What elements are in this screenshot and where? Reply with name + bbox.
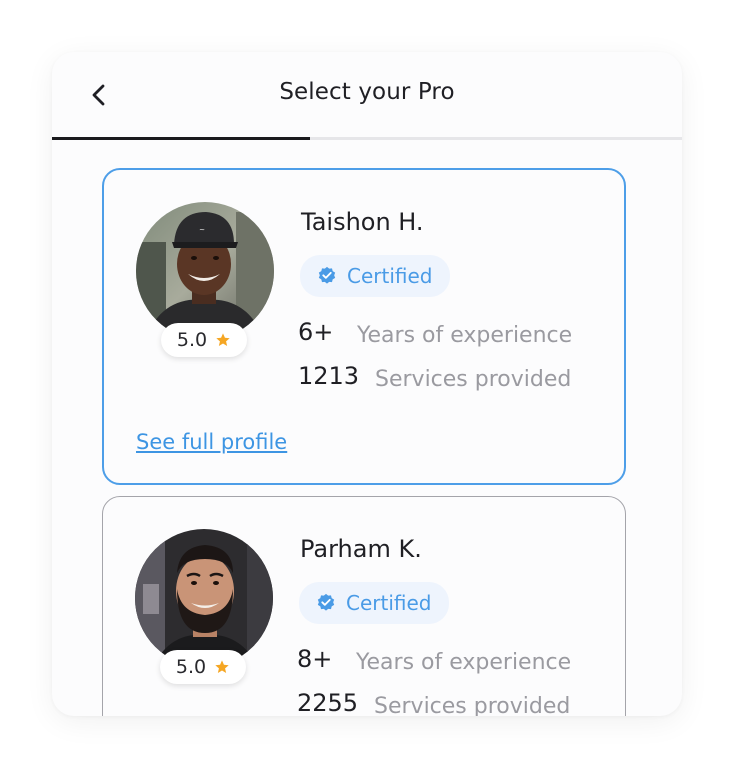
rating-badge: 5.0: [160, 650, 246, 684]
app-window: Select your Pro ~ 5.0 Taishon H. Certifi…: [52, 52, 682, 716]
avatar-container: ~ 5.0: [136, 202, 274, 362]
progress-bar: [52, 137, 682, 140]
avatar: ~: [136, 202, 274, 340]
rating-value: 5.0: [175, 656, 207, 678]
avatar: [135, 529, 273, 667]
services-value: 1213: [298, 362, 360, 390]
experience-value: 6+: [298, 318, 334, 346]
certified-badge: Certified: [299, 582, 449, 624]
pro-card-taishon[interactable]: ~ 5.0 Taishon H. Certified 6+ Years of e…: [102, 168, 626, 485]
star-icon: [215, 332, 231, 348]
pro-name: Taishon H.: [301, 208, 424, 236]
star-icon: [214, 659, 230, 675]
see-full-profile-link[interactable]: See full profile: [136, 430, 287, 454]
avatar-container: 5.0: [135, 529, 273, 689]
progress-fill: [52, 137, 311, 140]
experience-label: Years of experience: [356, 650, 572, 675]
experience-label: Years of experience: [357, 323, 573, 348]
header: Select your Pro: [52, 52, 682, 138]
rating-badge: 5.0: [161, 323, 247, 357]
services-label: Services provided: [374, 694, 571, 716]
services-value: 2255: [297, 689, 359, 716]
pro-card-parham[interactable]: 5.0 Parham K. Certified 8+ Years of expe…: [102, 496, 626, 716]
certified-badge: Certified: [300, 255, 450, 297]
services-label: Services provided: [375, 367, 572, 392]
experience-value: 8+: [297, 645, 333, 673]
page-title: Select your Pro: [279, 79, 455, 105]
certified-label: Certified: [347, 264, 433, 288]
verified-badge-icon: [317, 266, 337, 286]
verified-badge-icon: [316, 593, 336, 613]
svg-text:~: ~: [199, 226, 205, 234]
pro-name: Parham K.: [300, 535, 422, 563]
certified-label: Certified: [346, 591, 432, 615]
rating-value: 5.0: [176, 329, 208, 351]
